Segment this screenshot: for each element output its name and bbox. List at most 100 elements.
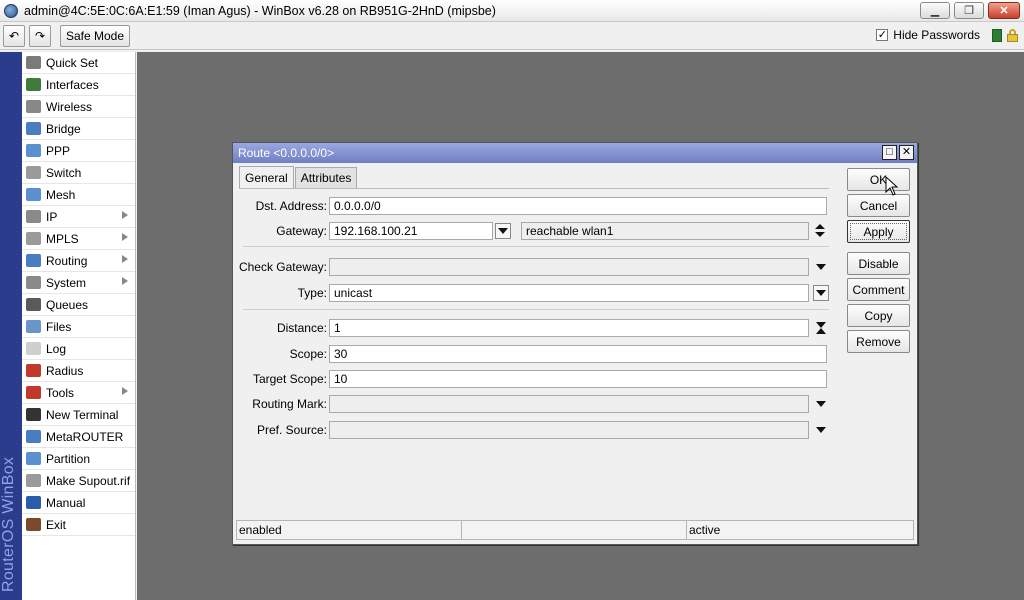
menu-item-mesh[interactable]: Mesh — [22, 184, 135, 206]
window-title: admin@4C:5E:0C:6A:E1:59 (Iman Agus) - Wi… — [24, 3, 496, 18]
cancel-button[interactable]: Cancel — [847, 194, 910, 217]
dst-address-label: Dst. Address: — [255, 199, 327, 213]
menu-item-bridge[interactable]: Bridge — [22, 118, 135, 140]
check-gateway-dropdown-icon[interactable] — [813, 259, 829, 275]
dialog-title-bar[interactable]: Route <0.0.0.0/0> — [233, 143, 917, 163]
routing-mark-select[interactable] — [329, 395, 809, 413]
menu-item-partition[interactable]: Partition — [22, 448, 135, 470]
menu-item-log[interactable]: Log — [22, 338, 135, 360]
pref-source-row: Pref. Source: — [239, 421, 829, 439]
route-dialog: Route <0.0.0.0/0> □ ✕ General Attributes… — [232, 142, 918, 545]
disable-button[interactable]: Disable — [847, 252, 910, 275]
dst-address-row: Dst. Address: 0.0.0.0/0 — [239, 197, 829, 215]
menu-item-radius[interactable]: Radius — [22, 360, 135, 382]
dialog-close-button[interactable]: ✕ — [899, 145, 914, 160]
metarouter-icon — [26, 430, 41, 443]
tab-general[interactable]: General — [239, 166, 294, 188]
main-menu: Quick Set Interfaces Wireless Bridge PPP Swit… — [22, 52, 136, 600]
close-button[interactable]: ✕ — [988, 2, 1020, 19]
routing-mark-row: Routing Mark: — [239, 395, 829, 413]
menu-item-exit[interactable]: Exit — [22, 514, 135, 536]
menu-item-wireless[interactable]: Wireless — [22, 96, 135, 118]
menu-item-mpls[interactable]: MPLS — [22, 228, 135, 250]
partition-icon — [26, 452, 41, 465]
routing-mark-dropdown-icon[interactable] — [813, 396, 829, 412]
menu-item-label: Routing — [46, 253, 88, 268]
hide-passwords-toggle[interactable]: ✓ Hide Passwords — [876, 28, 980, 42]
brand-strip: RouterOS WinBox — [0, 52, 22, 600]
menu-item-new-terminal[interactable]: New Terminal — [22, 404, 135, 426]
menu-item-interfaces[interactable]: Interfaces — [22, 74, 135, 96]
check-gateway-row: Check Gateway: — [239, 258, 829, 276]
menu-item-manual[interactable]: Manual — [22, 492, 135, 514]
mouse-cursor-icon — [885, 176, 899, 196]
gateway-dropdown-icon[interactable] — [495, 223, 511, 239]
toolbar: ↶ ↷ Safe Mode ✓ Hide Passwords — [0, 23, 1024, 50]
system-icon — [26, 276, 41, 289]
target-scope-input[interactable]: 10 — [329, 370, 827, 388]
menu-item-queues[interactable]: Queues — [22, 294, 135, 316]
menu-item-tools[interactable]: Tools — [22, 382, 135, 404]
status-active: active — [686, 520, 914, 540]
menu-item-label: Manual — [46, 495, 86, 510]
menu-item-label: Mesh — [46, 187, 76, 202]
distance-collapse-icon[interactable] — [813, 320, 829, 336]
apply-button[interactable]: Apply — [847, 220, 910, 243]
ppp-icon — [26, 144, 41, 157]
mesh-icon — [26, 188, 41, 201]
manual-icon — [26, 496, 41, 509]
menu-item-label: Radius — [46, 363, 84, 378]
menu-item-files[interactable]: Files — [22, 316, 135, 338]
tab-attributes[interactable]: Attributes — [294, 167, 358, 188]
ip-icon — [26, 210, 41, 223]
submenu-arrow-icon — [122, 233, 128, 241]
hide-passwords-checkbox[interactable]: ✓ — [876, 29, 889, 41]
title-bar: admin@4C:5E:0C:6A:E1:59 (Iman Agus) - Wi… — [0, 0, 1024, 22]
copy-button[interactable]: Copy — [847, 304, 910, 327]
dst-address-input[interactable]: 0.0.0.0/0 — [329, 197, 827, 215]
redo-button[interactable]: ↷ — [29, 25, 51, 47]
menu-item-label: Tools — [46, 385, 75, 400]
menu-item-system[interactable]: System — [22, 272, 135, 294]
menu-item-routing[interactable]: Routing — [22, 250, 135, 272]
menu-item-make-supout-rif[interactable]: Make Supout.rif — [22, 470, 135, 492]
target-scope-label: Target Scope: — [252, 372, 327, 386]
gateway-input[interactable]: 192.168.100.21 — [329, 222, 493, 240]
type-dropdown-icon[interactable] — [813, 285, 829, 301]
scope-input[interactable]: 30 — [329, 345, 827, 363]
divider — [243, 309, 829, 310]
tools-icon — [26, 386, 41, 399]
submenu-arrow-icon — [122, 211, 128, 219]
menu-item-quick-set[interactable]: Quick Set — [22, 52, 135, 74]
submenu-arrow-icon — [122, 387, 128, 395]
menu-item-ip[interactable]: IP — [22, 206, 135, 228]
hide-passwords-label: Hide Passwords — [893, 28, 980, 42]
radius-icon — [26, 364, 41, 377]
status-middle — [461, 520, 686, 540]
general-panel: Dst. Address: 0.0.0.0/0 Gateway: 192.168… — [239, 188, 829, 516]
menu-item-label: MetaROUTER — [46, 429, 124, 444]
maximize-button[interactable]: ❐ — [954, 2, 984, 19]
menu-item-switch[interactable]: Switch — [22, 162, 135, 184]
dialog-restore-button[interactable]: □ — [882, 145, 897, 160]
undo-button[interactable]: ↶ — [3, 25, 25, 47]
minimize-button[interactable]: ▁ — [920, 2, 950, 19]
submenu-arrow-icon — [122, 277, 128, 285]
menu-item-label: Queues — [46, 297, 89, 312]
comment-button[interactable]: Comment — [847, 278, 910, 301]
check-gateway-select[interactable] — [329, 258, 809, 276]
menu-item-ppp[interactable]: PPP — [22, 140, 135, 162]
type-row: Type: unicast — [239, 284, 829, 302]
pref-source-select[interactable] — [329, 421, 809, 439]
menu-item-label: Partition — [46, 451, 91, 466]
remove-button[interactable]: Remove — [847, 330, 910, 353]
type-select[interactable]: unicast — [329, 284, 809, 302]
menu-item-metarouter[interactable]: MetaROUTER — [22, 426, 135, 448]
pref-source-dropdown-icon[interactable] — [813, 422, 829, 438]
ok-button[interactable]: OK — [847, 168, 910, 191]
distance-input[interactable]: 1 — [329, 319, 809, 337]
routing-mark-label: Routing Mark: — [252, 397, 327, 411]
gateway-add-remove-icon[interactable] — [814, 222, 826, 240]
safe-mode-button[interactable]: Safe Mode — [60, 25, 130, 47]
menu-item-label: Bridge — [46, 121, 81, 136]
